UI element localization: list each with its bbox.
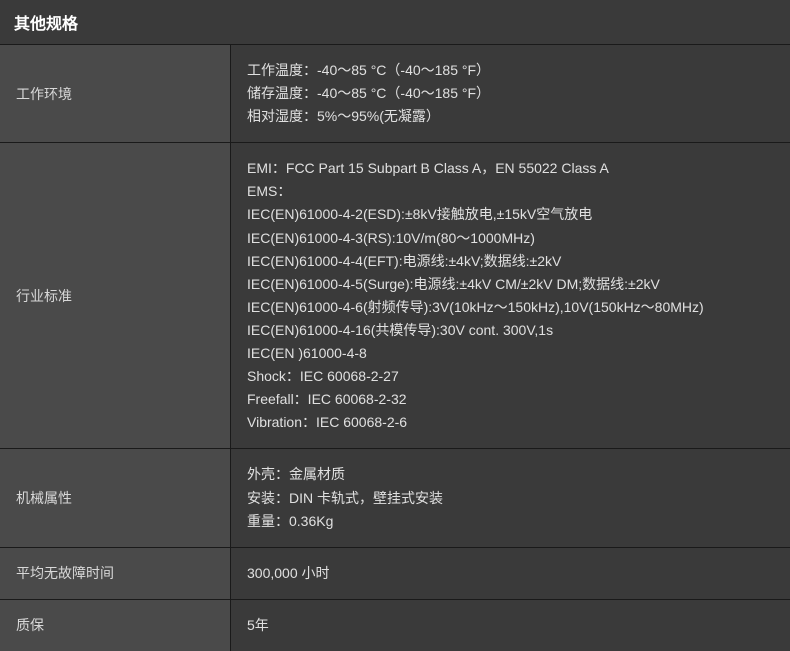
spec-row-mechanical: 机械属性 外壳：金属材质 安装：DIN 卡轨式，壁挂式安装 重量：0.36Kg <box>0 449 790 546</box>
spec-value-line: IEC(EN)61000-4-4(EFT):电源线:±4kV;数据线:±2kV <box>247 250 774 273</box>
spec-value: 外壳：金属材质 安装：DIN 卡轨式，壁挂式安装 重量：0.36Kg <box>231 449 790 546</box>
spec-value-line: 相对湿度：5%～95%(无凝露） <box>247 105 774 128</box>
spec-label: 工作环境 <box>0 45 230 142</box>
spec-value-line: IEC(EN)61000-4-2(ESD):±8kV接触放电,±15kV空气放电 <box>247 203 774 226</box>
spec-row-mtbf: 平均无故障时间 300,000 小时 <box>0 548 790 599</box>
spec-table: 其他规格 工作环境 工作温度：-40～85 °C（-40～185 °F） 储存温… <box>0 0 790 651</box>
spec-value: EMI：FCC Part 15 Subpart B Class A，EN 550… <box>231 143 790 448</box>
spec-value-line: 5年 <box>247 614 774 637</box>
spec-value-line: IEC(EN)61000-4-5(Surge):电源线:±4kV CM/±2kV… <box>247 273 774 296</box>
spec-value-line: 外壳：金属材质 <box>247 463 774 486</box>
spec-label: 质保 <box>0 600 230 651</box>
spec-value-line: 300,000 小时 <box>247 562 774 585</box>
spec-value-line: EMI：FCC Part 15 Subpart B Class A，EN 550… <box>247 157 774 180</box>
spec-value: 300,000 小时 <box>231 548 790 599</box>
spec-value: 工作温度：-40～85 °C（-40～185 °F） 储存温度：-40～85 °… <box>231 45 790 142</box>
spec-value: 5年 <box>231 600 790 651</box>
spec-table-header: 其他规格 <box>0 0 790 44</box>
spec-value-line: 工作温度：-40～85 °C（-40～185 °F） <box>247 59 774 82</box>
spec-value-line: IEC(EN)61000-4-3(RS):10V/m(80～1000MHz) <box>247 227 774 250</box>
spec-label: 行业标准 <box>0 143 230 448</box>
spec-value-line: Shock：IEC 60068-2-27 <box>247 365 774 388</box>
spec-value-line: 重量：0.36Kg <box>247 510 774 533</box>
spec-value-line: IEC(EN)61000-4-16(共模传导):30V cont. 300V,1… <box>247 319 774 342</box>
spec-value-line: IEC(EN)61000-4-6(射频传导):3V(10kHz～150kHz),… <box>247 296 774 319</box>
spec-value-line: 储存温度：-40～85 °C（-40～185 °F） <box>247 82 774 105</box>
spec-value-line: IEC(EN )61000-4-8 <box>247 342 774 365</box>
spec-value-line: EMS： <box>247 180 774 203</box>
spec-row-environment: 工作环境 工作温度：-40～85 °C（-40～185 °F） 储存温度：-40… <box>0 45 790 142</box>
spec-value-line: 安装：DIN 卡轨式，壁挂式安装 <box>247 487 774 510</box>
spec-value-line: Vibration：IEC 60068-2-6 <box>247 411 774 434</box>
spec-label: 平均无故障时间 <box>0 548 230 599</box>
spec-row-warranty: 质保 5年 <box>0 600 790 651</box>
spec-label: 机械属性 <box>0 449 230 546</box>
spec-row-standards: 行业标准 EMI：FCC Part 15 Subpart B Class A，E… <box>0 143 790 448</box>
spec-value-line: Freefall：IEC 60068-2-32 <box>247 388 774 411</box>
